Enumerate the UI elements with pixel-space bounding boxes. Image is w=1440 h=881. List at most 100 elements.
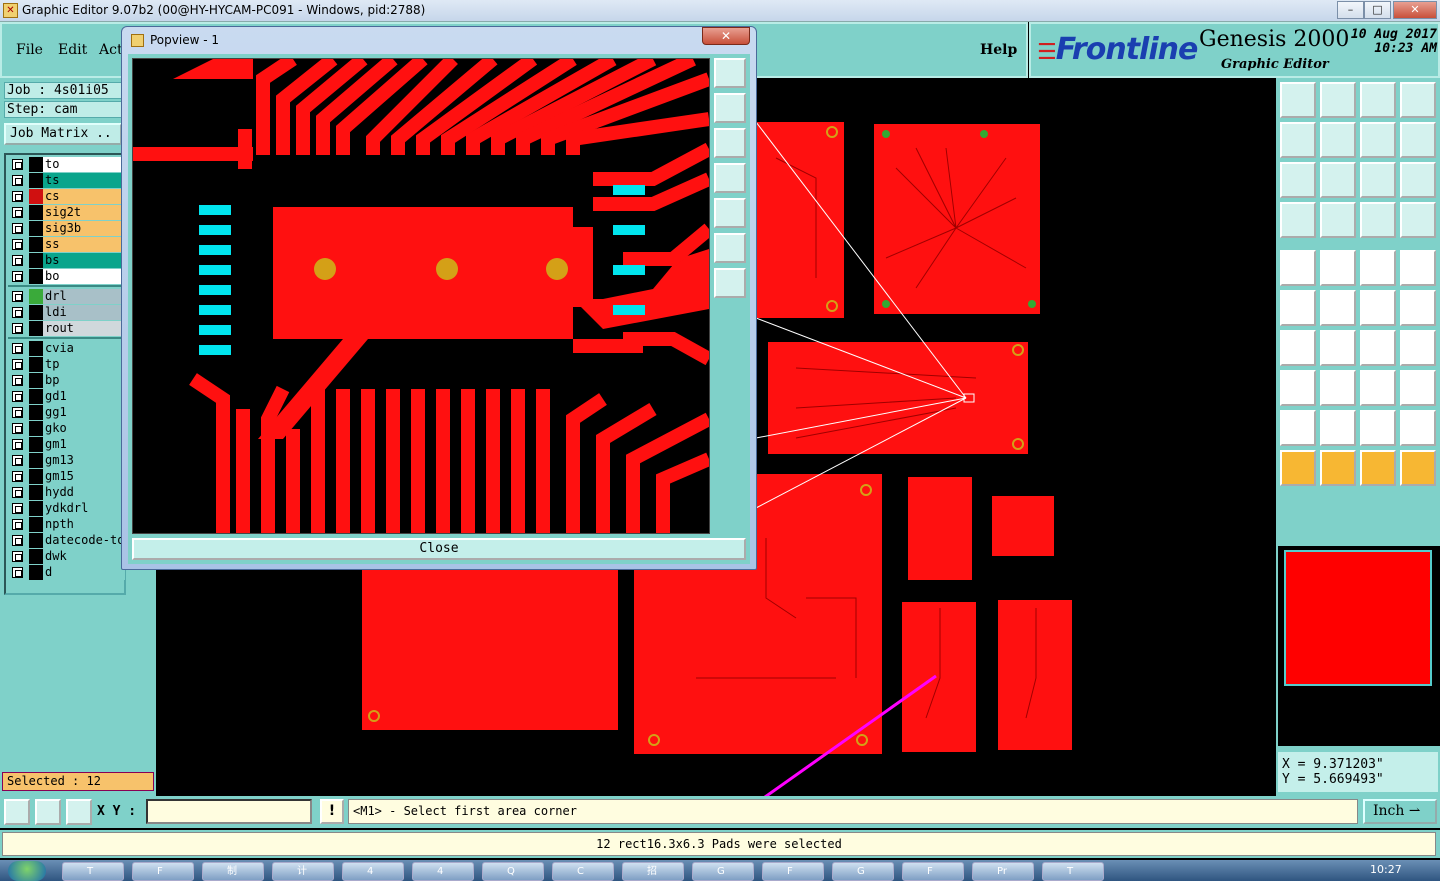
layer-name[interactable]: datecode-to [43, 533, 125, 548]
layer-row[interactable]: cs [8, 189, 126, 204]
layer-name[interactable]: gko [43, 421, 125, 436]
line-tool-icon[interactable] [1320, 330, 1356, 366]
layer-row[interactable]: sig2t [8, 205, 126, 220]
layer-row[interactable]: rout [8, 321, 126, 336]
layer-name[interactable]: sig3b [43, 221, 125, 236]
layer-copy-icon[interactable] [1400, 202, 1436, 238]
snap-icon[interactable] [1400, 122, 1436, 158]
move-point-icon[interactable] [1360, 290, 1396, 326]
help-icon[interactable] [1400, 162, 1436, 198]
layer-checkbox[interactable] [12, 271, 23, 282]
layer-row[interactable]: hydd [8, 485, 126, 500]
fit-icon[interactable] [714, 233, 746, 263]
layer-color-swatch[interactable] [29, 253, 43, 268]
layer-checkbox[interactable] [12, 175, 23, 186]
layer-name[interactable]: tp [43, 357, 125, 372]
layer-color-swatch[interactable] [29, 565, 43, 580]
layer-name[interactable]: ydkdrl [43, 501, 125, 516]
minimize-button[interactable]: – [1337, 1, 1364, 19]
layer-checkbox[interactable] [12, 423, 23, 434]
layer-color-swatch[interactable] [29, 289, 43, 304]
layer-color-swatch[interactable] [29, 389, 43, 404]
layer-row[interactable]: gg1 [8, 405, 126, 420]
layer-color-swatch[interactable] [29, 437, 43, 452]
shape-icon[interactable] [1400, 370, 1436, 406]
layer-name[interactable]: ldi [43, 305, 125, 320]
align-icon[interactable] [1400, 330, 1436, 366]
layer-name[interactable]: bo [43, 269, 125, 284]
taskbar-item[interactable]: F [902, 862, 964, 881]
menu-help[interactable]: Help [980, 42, 1017, 58]
layer-color-swatch[interactable] [29, 305, 43, 320]
zoom-center-icon[interactable] [1320, 162, 1356, 198]
layer-checkbox[interactable] [12, 567, 23, 578]
layer-checkbox[interactable] [12, 223, 23, 234]
layer-color-swatch[interactable] [29, 373, 43, 388]
unit-selector[interactable]: Inch ⇀ [1363, 799, 1437, 824]
text-a-icon[interactable] [1320, 410, 1356, 446]
add-line-icon[interactable] [1320, 250, 1356, 286]
layer-color-swatch[interactable] [29, 485, 43, 500]
layer-checkbox[interactable] [12, 239, 23, 250]
layer-checkbox[interactable] [12, 439, 23, 450]
zoom-area-icon[interactable] [4, 799, 30, 825]
layer-name[interactable]: ts [43, 173, 125, 188]
pan-right-icon[interactable] [1320, 122, 1356, 158]
layer-row[interactable]: tp [8, 357, 126, 372]
layer-name[interactable]: npth [43, 517, 125, 532]
layer-row[interactable]: gd1 [8, 389, 126, 404]
layer-checkbox[interactable] [12, 487, 23, 498]
ruler-icon[interactable] [1360, 250, 1396, 286]
layer-color-swatch[interactable] [29, 421, 43, 436]
xy-input[interactable] [146, 799, 312, 824]
layer-row[interactable]: sig3b [8, 221, 126, 236]
layer-color-swatch[interactable] [29, 469, 43, 484]
text-b-icon[interactable] [1360, 410, 1396, 446]
layer-row[interactable]: bp [8, 373, 126, 388]
text-c-icon[interactable] [1400, 410, 1436, 446]
window-icon[interactable] [1400, 82, 1436, 118]
taskbar-item[interactable]: C [552, 862, 614, 881]
scale-1-2-icon[interactable] [1360, 162, 1396, 198]
layer-row[interactable]: gm1 [8, 437, 126, 452]
layer-row[interactable]: bs [8, 253, 126, 268]
layer-name[interactable]: gg1 [43, 405, 125, 420]
zoom-fit-icon[interactable] [1280, 162, 1316, 198]
layer-color-swatch[interactable] [29, 269, 43, 284]
taskbar-item[interactable]: Q [482, 862, 544, 881]
job-matrix-button[interactable]: Job Matrix .. [4, 123, 122, 145]
alert-button[interactable]: ! [320, 799, 344, 824]
layer-name[interactable]: bp [43, 373, 125, 388]
center-icon[interactable] [714, 268, 746, 298]
start-button[interactable] [8, 861, 46, 881]
taskbar-item[interactable]: 4 [342, 862, 404, 881]
taskbar-item[interactable]: G [832, 862, 894, 881]
taskbar-item[interactable]: F [132, 862, 194, 881]
zoom-in-icon[interactable] [714, 93, 746, 123]
layer-checkbox[interactable] [12, 307, 23, 318]
dimension-icon[interactable] [1360, 370, 1396, 406]
layer-checkbox[interactable] [12, 159, 23, 170]
taskbar-item[interactable]: 招 [622, 862, 684, 881]
layer-checkbox[interactable] [12, 255, 23, 266]
layer-row[interactable]: gm13 [8, 453, 126, 468]
select-box-icon[interactable] [1320, 450, 1356, 486]
select-polygon-icon[interactable] [1400, 450, 1436, 486]
layer-row[interactable]: ss [8, 237, 126, 252]
layer-checkbox[interactable] [12, 407, 23, 418]
layer-row[interactable]: gko [8, 421, 126, 436]
layer-checkbox[interactable] [12, 359, 23, 370]
menu-action[interactable]: Act [99, 42, 123, 58]
layer-color-swatch[interactable] [29, 341, 43, 356]
layer-name[interactable]: gm1 [43, 437, 125, 452]
layer-color-swatch[interactable] [29, 321, 43, 336]
arc-icon[interactable] [1360, 330, 1396, 366]
overview-thumbnail[interactable] [1278, 546, 1440, 746]
layer-color-swatch[interactable] [29, 157, 43, 172]
snap-point-icon[interactable] [1280, 370, 1316, 406]
layer-checkbox[interactable] [12, 375, 23, 386]
taskbar-item[interactable]: T [1042, 862, 1104, 881]
layer-name[interactable]: d [43, 565, 125, 580]
layer-color-swatch[interactable] [29, 501, 43, 516]
maximize-button[interactable]: □ [1364, 1, 1391, 19]
